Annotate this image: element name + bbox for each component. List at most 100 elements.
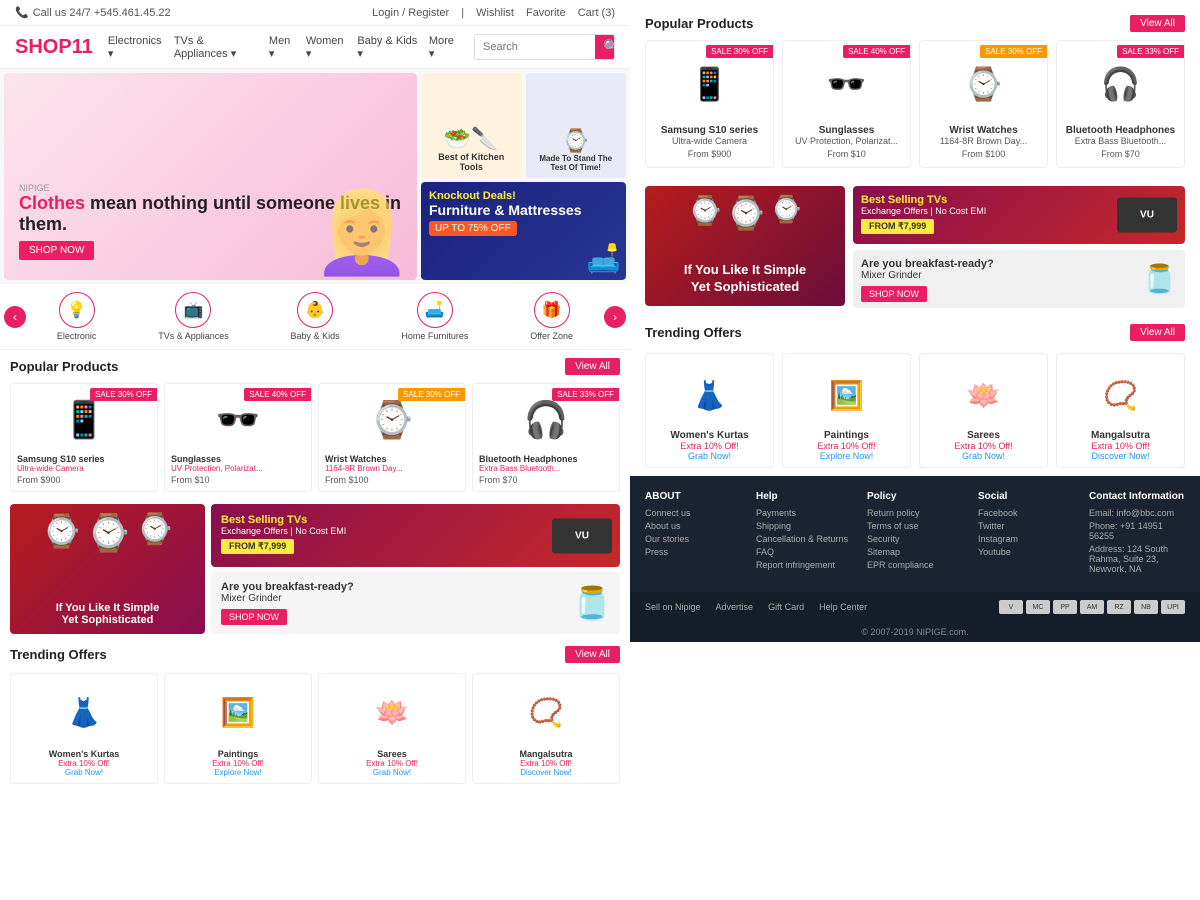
search-input[interactable] [475,37,595,57]
search-bar[interactable]: 🔍 [474,34,615,60]
right-breakfast-title: Are you breakfast-ready? [861,258,1177,270]
nav-women[interactable]: Women ▾ [306,35,348,60]
cat-next-arrow[interactable]: › [604,306,626,328]
divider: | [461,7,464,19]
popular-view-all[interactable]: View All [565,358,620,375]
hero-shop-now-button[interactable]: SHOP NOW [19,241,94,260]
footer-youtube[interactable]: Youtube [978,547,1074,557]
footer-press[interactable]: Press [645,547,741,557]
sarees-action[interactable]: Grab Now! [325,768,459,777]
wishlist-link[interactable]: Wishlist [476,7,514,19]
cat-tvs[interactable]: 📺 TVs & Appliances [158,292,229,341]
paintings-offer: Extra 10% Off! [171,759,305,768]
sunglasses-name: Sunglasses [171,454,305,464]
right-trending-mangalsutra[interactable]: 📿 Mangalsutra Extra 10% Off! Discover No… [1056,353,1185,468]
right-shop-now-button[interactable]: SHOP NOW [861,286,927,302]
footer-facebook[interactable]: Facebook [978,508,1074,518]
right-breakfast-banner[interactable]: Are you breakfast-ready? Mixer Grinder S… [853,250,1185,308]
right-mangalsutra-action[interactable]: Discover Now! [1063,451,1178,461]
right-paintings-name: Paintings [789,430,904,441]
footer-twitter[interactable]: Twitter [978,521,1074,531]
cat-furniture[interactable]: 🛋️ Home Furnitures [401,292,468,341]
cart-link[interactable]: Cart (3) [578,7,615,19]
cat-baby-icon: 👶 [297,292,333,328]
netbanking-icon: NB [1134,600,1158,614]
right-kurtas-action[interactable]: Grab Now! [652,451,767,461]
shop-now-button[interactable]: SHOP NOW [221,609,287,625]
trending-paintings[interactable]: 🖼️ Paintings Extra 10% Off! Explore Now! [164,673,312,784]
trending-kurtas[interactable]: 👗 Women's Kurtas Extra 10% Off! Grab Now… [10,673,158,784]
trending-sarees[interactable]: 🪷 Sarees Extra 10% Off! Grab Now! [318,673,466,784]
footer-help-center[interactable]: Help Center [819,602,867,612]
right-trending-paintings[interactable]: 🖼️ Paintings Extra 10% Off! Explore Now! [782,353,911,468]
right-trending-kurtas[interactable]: 👗 Women's Kurtas Extra 10% Off! Grab Now… [645,353,774,468]
furniture-card[interactable]: Knockout Deals! Furniture & Mattresses U… [421,182,626,280]
footer-return-policy[interactable]: Return policy [867,508,963,518]
trending-view-all[interactable]: View All [565,646,620,663]
login-link[interactable]: Login / Register [372,7,449,19]
right-from-badge: FROM ₹7,999 [861,219,934,234]
right-best-selling-banner[interactable]: Best Selling TVs Exchange Offers | No Co… [853,186,1185,244]
trending-header: Trending Offers View All [10,642,620,667]
footer-gift-card[interactable]: Gift Card [768,602,804,612]
right-trending-view-all[interactable]: View All [1130,324,1185,341]
right-product-headphones[interactable]: SALE 33% OFF 🎧 Bluetooth Headphones Extr… [1056,40,1185,168]
nav-baby[interactable]: Baby & Kids ▾ [357,35,418,60]
watches-banner[interactable]: ⌚⌚⌚ If You Like It Simple Yet Sophistica… [10,504,205,634]
upi-icon: UPI [1161,600,1185,614]
nav-electronics[interactable]: Electronics ▾ [108,35,164,60]
cat-offer[interactable]: 🎁 Offer Zone [530,292,573,341]
kitchen-tools-card[interactable]: 🥗🔪 Best of Kitchen Tools [421,73,522,178]
footer-terms[interactable]: Terms of use [867,521,963,531]
right-headphones-badge: SALE 33% OFF [1117,45,1184,58]
headphones-price: From $70 [479,475,613,485]
product-samsung[interactable]: SALE 30% OFF 📱 Samsung S10 series Ultra-… [10,383,158,492]
right-popular-view-all[interactable]: View All [1130,15,1185,32]
right-sunglasses-price: From $10 [791,149,902,159]
right-trending-header: Trending Offers View All [645,324,1185,347]
footer-advertise[interactable]: Advertise [716,602,754,612]
footer-email: Email: info@bbc.com [1089,508,1185,518]
trending-mangalsutra[interactable]: 📿 Mangalsutra Extra 10% Off! Discover No… [472,673,620,784]
kurtas-action[interactable]: Grab Now! [17,768,151,777]
footer-report[interactable]: Report infringement [756,560,852,570]
right-watches-banner[interactable]: ⌚⌚⌚ If You Like It Simple Yet Sophistica… [645,186,845,306]
nav-men[interactable]: Men ▾ [269,35,296,60]
footer-shipping[interactable]: Shipping [756,521,852,531]
right-product-watches[interactable]: SALE 30% OFF ⌚ Wrist Watches 1164-8R Bro… [919,40,1048,168]
right-sarees-action[interactable]: Grab Now! [926,451,1041,461]
product-sunglasses[interactable]: SALE 40% OFF 🕶️ Sunglasses UV Protection… [164,383,312,492]
footer-instagram[interactable]: Instagram [978,534,1074,544]
logo[interactable]: SHOP11 [15,36,93,59]
right-product-samsung[interactable]: SALE 30% OFF 📱 Samsung S10 series Ultra-… [645,40,774,168]
paintings-action[interactable]: Explore Now! [171,768,305,777]
footer-security[interactable]: Security [867,534,963,544]
footer-cancellation[interactable]: Cancellation & Returns [756,534,852,544]
footer-our-stories[interactable]: Our stories [645,534,741,544]
cat-baby[interactable]: 👶 Baby & Kids [291,292,340,341]
footer-sell[interactable]: Sell on Nipige [645,602,701,612]
watch-card[interactable]: ⌚ Made To Stand The Test Of Time! [526,73,627,178]
footer-faq[interactable]: FAQ [756,547,852,557]
footer-sitemap[interactable]: Sitemap [867,547,963,557]
cat-prev-arrow[interactable]: ‹ [4,306,26,328]
footer-connect-us[interactable]: Connect us [645,508,741,518]
nav-more[interactable]: More ▾ [429,35,459,60]
best-selling-banner[interactable]: Best Selling TVs Exchange Offers | No Co… [211,504,620,567]
right-paintings-action[interactable]: Explore Now! [789,451,904,461]
footer-epr[interactable]: EPR compliance [867,560,963,570]
cat-electronic[interactable]: 💡 Electronic [57,292,97,341]
right-trending-sarees[interactable]: 🪷 Sarees Extra 10% Off! Grab Now! [919,353,1048,468]
favorite-link[interactable]: Favorite [526,7,566,19]
footer-about-us[interactable]: About us [645,521,741,531]
search-button[interactable]: 🔍 [595,35,615,59]
mangalsutra-action[interactable]: Discover Now! [479,768,613,777]
payment-icons: V MC PP AM RZ NB UPI [999,600,1185,614]
cat-offer-icon: 🎁 [534,292,570,328]
footer-payments[interactable]: Payments [756,508,852,518]
right-product-sunglasses[interactable]: SALE 40% OFF 🕶️ Sunglasses UV Protection… [782,40,911,168]
nav-tvs[interactable]: TVs & Appliances ▾ [174,35,259,60]
product-headphones[interactable]: SALE 33% OFF 🎧 Bluetooth Headphones Extr… [472,383,620,492]
breakfast-banner[interactable]: Are you breakfast-ready? Mixer Grinder S… [211,571,620,634]
product-watches[interactable]: SALE 30% OFF ⌚ Wrist Watches 1164-8R Bro… [318,383,466,492]
